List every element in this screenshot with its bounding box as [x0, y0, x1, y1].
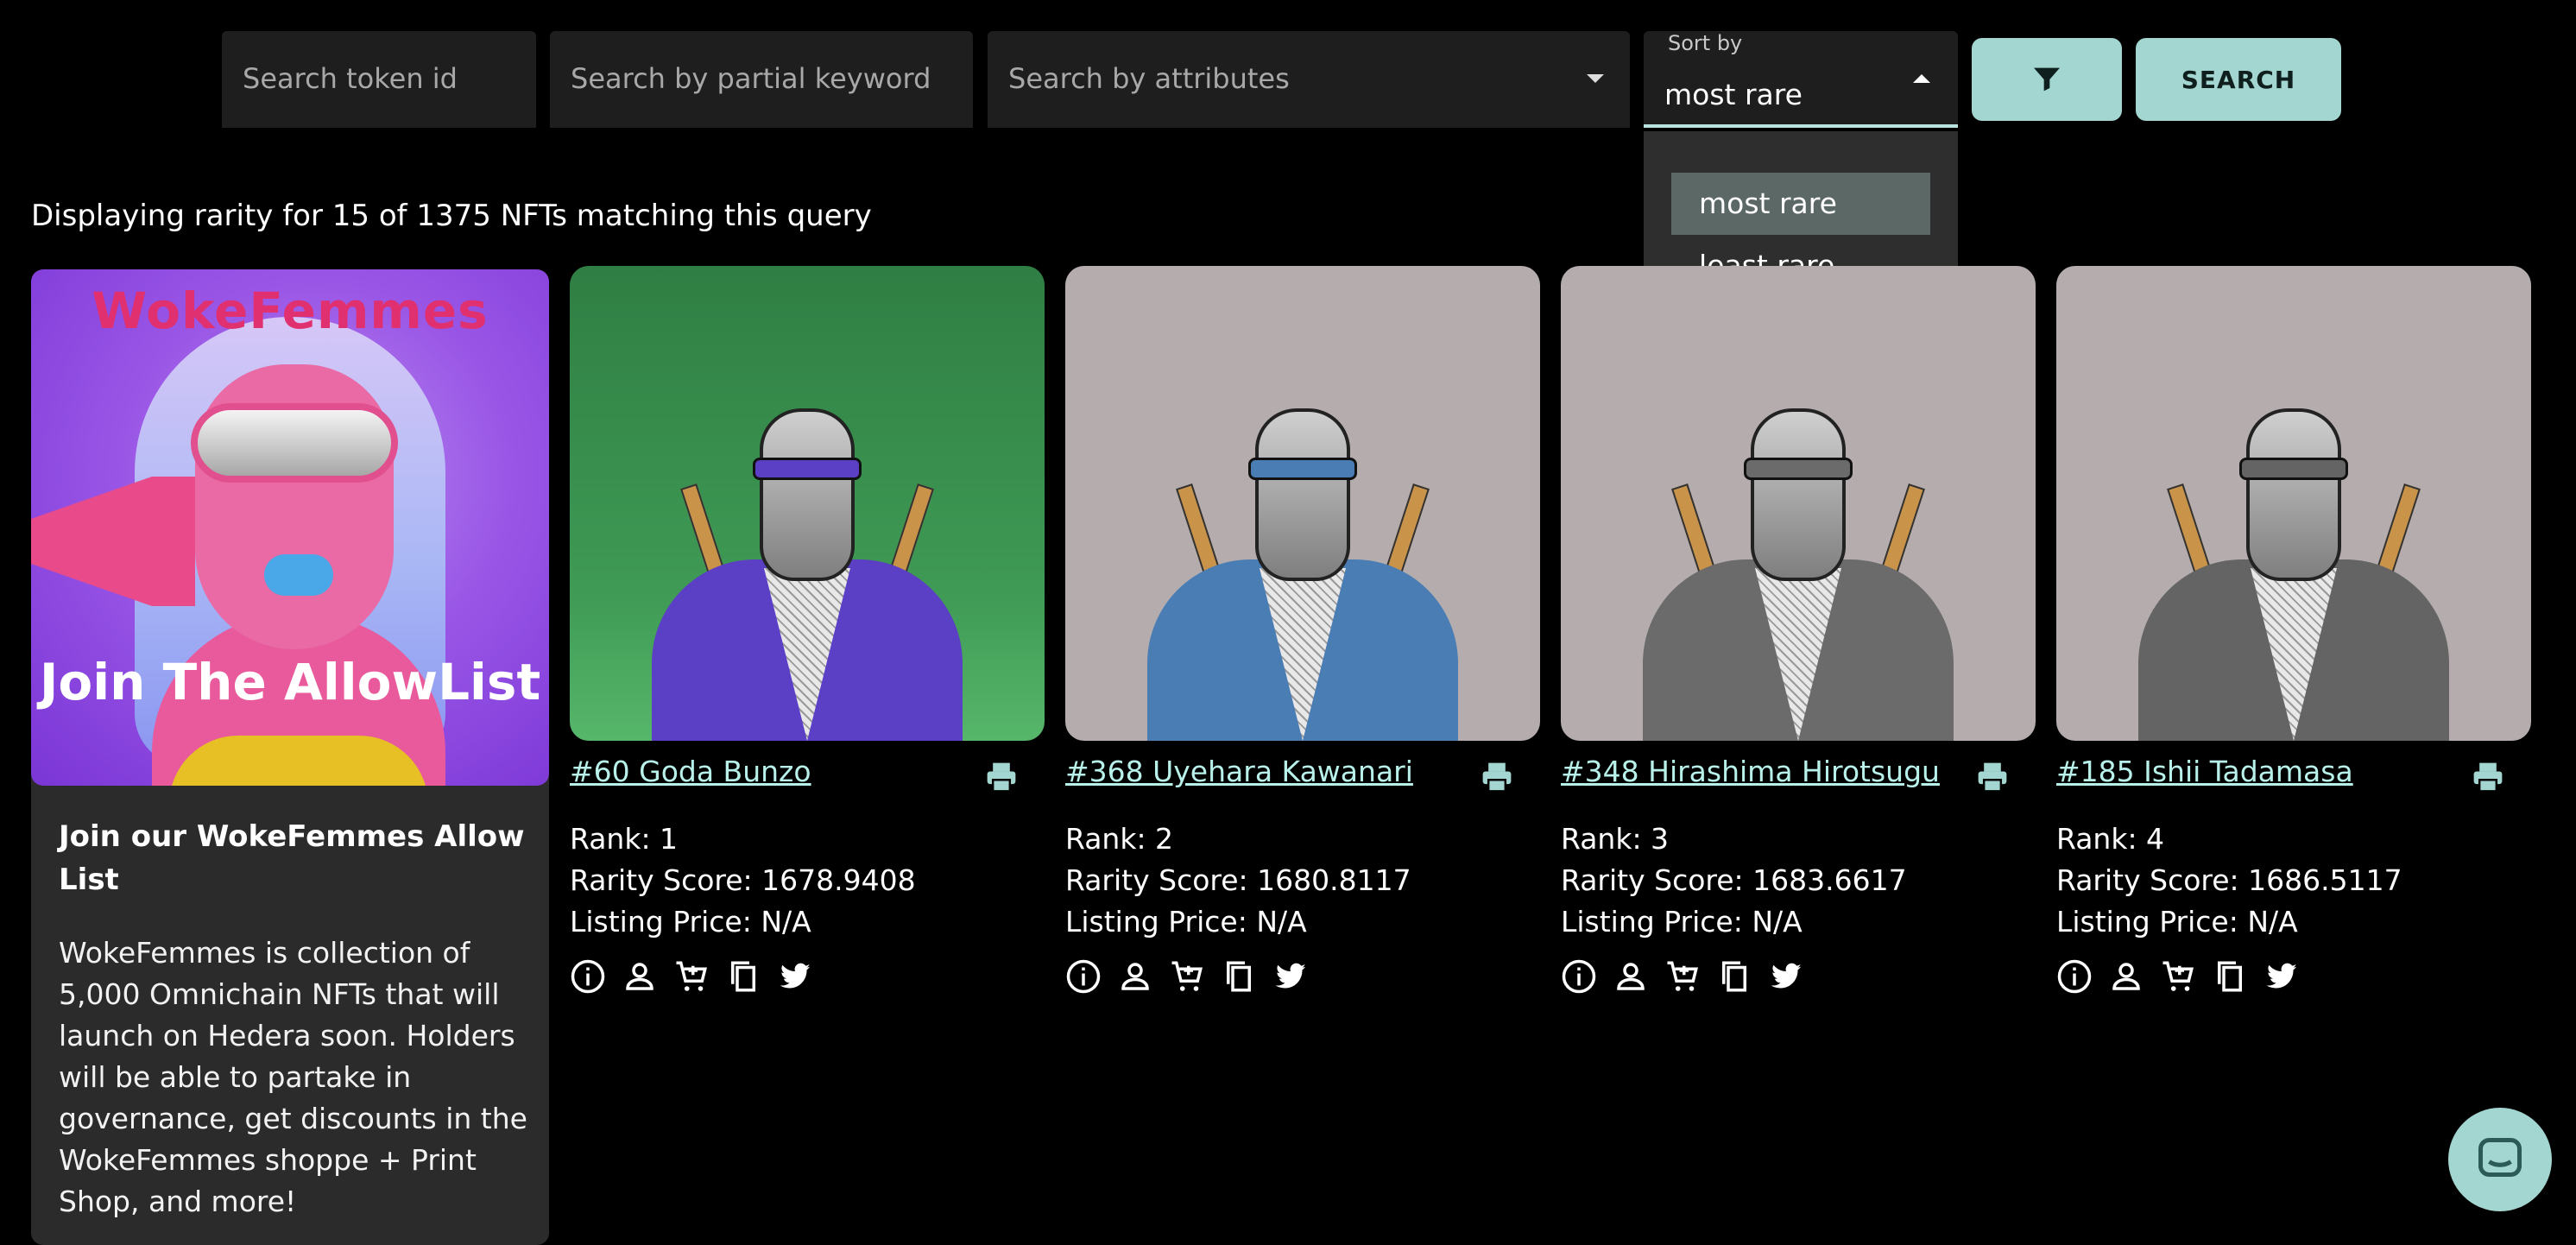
nft-rank: Rank: 1	[570, 822, 679, 856]
cart-icon[interactable]	[1664, 958, 1701, 995]
twitter-icon[interactable]	[777, 958, 813, 995]
info-icon[interactable]	[1561, 958, 1597, 995]
promo-card[interactable]: WokeFemmes Join The AllowList Join our W…	[31, 269, 549, 1245]
copy-icon[interactable]	[1716, 958, 1752, 995]
copy-icon[interactable]	[1221, 958, 1257, 995]
nft-listing-price: Listing Price: N/A	[2056, 905, 2298, 938]
nft-listing-price: Listing Price: N/A	[570, 905, 811, 938]
sort-label: Sort by	[1668, 31, 1743, 55]
chat-icon	[2478, 1138, 2522, 1177]
person-icon[interactable]	[2108, 958, 2144, 995]
nft-card: #348 Hirashima Hirotsugu Rank: 3 Rarity …	[1561, 266, 2036, 994]
sort-select[interactable]: Sort by most rare	[1644, 31, 1958, 128]
nft-image[interactable]	[570, 266, 1045, 741]
printer-icon[interactable]	[984, 762, 1019, 793]
chevron-down-icon	[1587, 74, 1604, 83]
person-icon[interactable]	[1117, 958, 1153, 995]
nft-rank: Rank: 3	[1561, 822, 1670, 856]
printer-icon[interactable]	[2471, 762, 2505, 793]
nft-name-link[interactable]: #368 Uyehara Kawanari	[1065, 755, 1413, 788]
info-icon[interactable]	[2056, 958, 2093, 995]
printer-icon[interactable]	[1975, 762, 2010, 793]
chevron-up-icon	[1913, 74, 1930, 83]
person-icon[interactable]	[1613, 958, 1649, 995]
cart-icon[interactable]	[2160, 958, 2196, 995]
nft-image[interactable]	[1065, 266, 1540, 741]
nft-rarity-score: Rarity Score: 1680.8117	[1065, 863, 1411, 897]
results-summary: Displaying rarity for 15 of 1375 NFTs ma…	[31, 199, 872, 233]
nft-card: #368 Uyehara Kawanari Rank: 2 Rarity Sco…	[1065, 266, 1540, 994]
chat-widget-button[interactable]	[2448, 1108, 2552, 1211]
promo-image[interactable]: WokeFemmes Join The AllowList	[31, 269, 549, 786]
sort-value: most rare	[1664, 78, 1803, 111]
nft-card: #185 Ishii Tadamasa Rank: 4 Rarity Score…	[2056, 266, 2531, 994]
nft-name-link[interactable]: #185 Ishii Tadamasa	[2056, 755, 2353, 788]
sort-option-most-rare[interactable]: most rare	[1671, 173, 1930, 235]
promo-art-title: WokeFemmes	[92, 281, 489, 340]
nft-rarity-score: Rarity Score: 1686.5117	[2056, 863, 2402, 897]
keyword-search-input[interactable]: Search by partial keyword	[550, 31, 973, 128]
person-icon[interactable]	[622, 958, 658, 995]
nft-rarity-score: Rarity Score: 1678.9408	[570, 863, 916, 897]
token-search-input[interactable]: Search token id	[222, 31, 536, 128]
info-icon[interactable]	[570, 958, 606, 995]
attributes-select[interactable]: Search by attributes	[988, 31, 1630, 128]
cart-icon[interactable]	[1169, 958, 1205, 995]
nft-card: #60 Goda Bunzo Rank: 1 Rarity Score: 167…	[570, 266, 1045, 994]
megaphone-icon	[31, 477, 195, 606]
printer-icon[interactable]	[1480, 762, 1514, 793]
nft-rank: Rank: 2	[1065, 822, 1174, 856]
search-button[interactable]: SEARCH	[2136, 38, 2341, 121]
copy-icon[interactable]	[2212, 958, 2248, 995]
attributes-placeholder: Search by attributes	[1008, 62, 1290, 95]
keyword-search-placeholder: Search by partial keyword	[571, 62, 931, 95]
nft-listing-price: Listing Price: N/A	[1065, 905, 1307, 938]
nft-rarity-score: Rarity Score: 1683.6617	[1561, 863, 1907, 897]
nft-image[interactable]	[2056, 266, 2531, 741]
nft-name-link[interactable]: #60 Goda Bunzo	[570, 755, 811, 788]
token-search-placeholder: Search token id	[243, 62, 458, 95]
promo-body: WokeFemmes is collection of 5,000 Omnich…	[59, 936, 527, 1218]
nft-listing-price: Listing Price: N/A	[1561, 905, 1803, 938]
cart-icon[interactable]	[673, 958, 710, 995]
filter-button[interactable]	[1972, 38, 2122, 121]
promo-title: Join our WokeFemmes Allow List	[59, 819, 525, 897]
nft-name-link[interactable]: #348 Hirashima Hirotsugu	[1561, 755, 1940, 788]
copy-icon[interactable]	[725, 958, 761, 995]
promo-art-caption: Join The AllowList	[39, 653, 541, 711]
twitter-icon[interactable]	[2263, 958, 2300, 995]
nft-rank: Rank: 4	[2056, 822, 2165, 856]
info-icon[interactable]	[1065, 958, 1102, 995]
twitter-icon[interactable]	[1768, 958, 1804, 995]
filter-icon	[2034, 67, 2060, 92]
nft-image[interactable]	[1561, 266, 2036, 741]
twitter-icon[interactable]	[1272, 958, 1309, 995]
